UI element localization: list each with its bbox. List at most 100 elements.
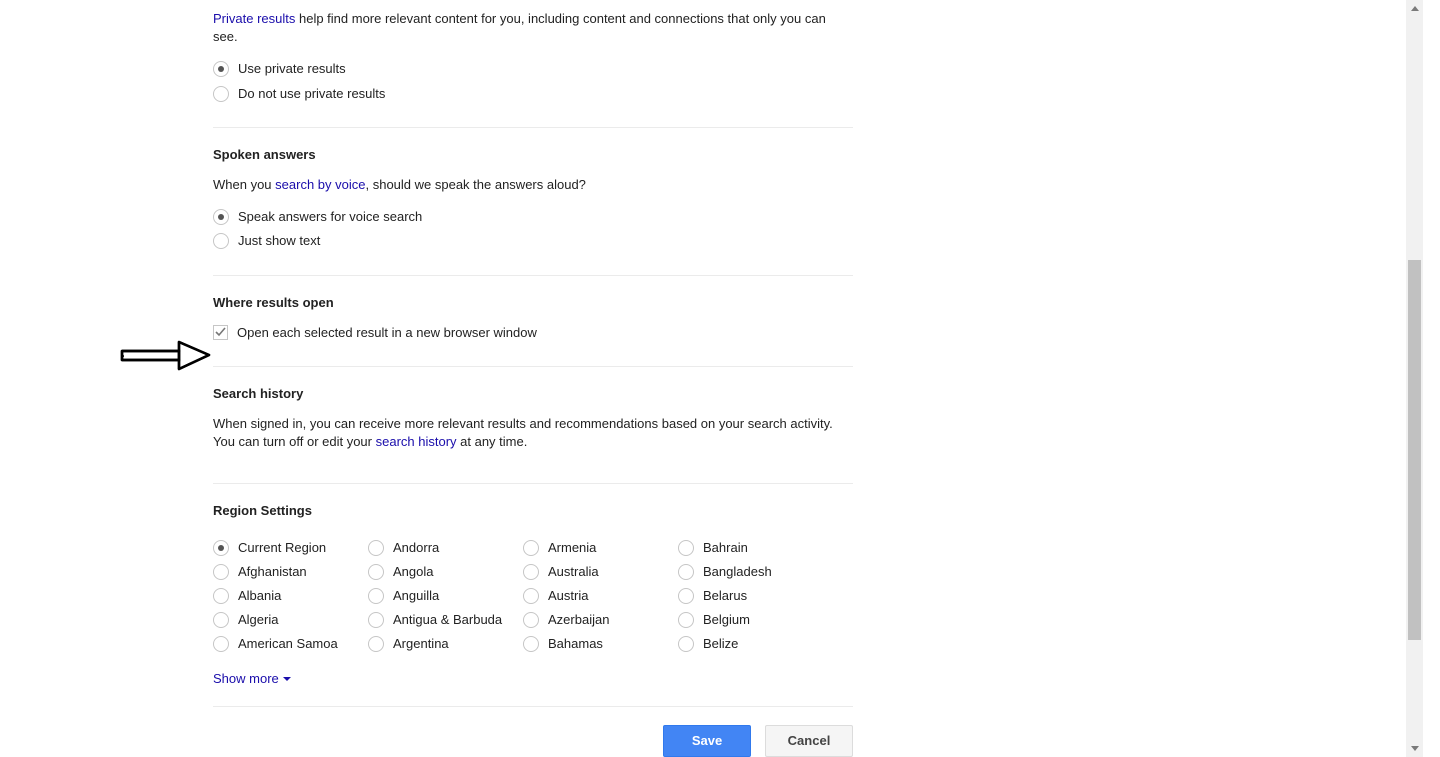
section-spoken-answers: Spoken answers When you search by voice,… bbox=[213, 146, 853, 276]
radio-icon bbox=[368, 540, 384, 556]
region-label: Azerbaijan bbox=[548, 611, 609, 629]
radio-icon bbox=[368, 612, 384, 628]
radio-icon bbox=[368, 564, 384, 580]
section-where-results-open: Where results open Open each selected re… bbox=[213, 294, 853, 367]
radio-icon bbox=[678, 636, 694, 652]
section-search-history: Search history When signed in, you can r… bbox=[213, 385, 853, 485]
region-column: Current Region Afghanistan Albania Algeria A… bbox=[213, 533, 368, 660]
heading-where-results-open: Where results open bbox=[213, 294, 853, 312]
radio-icon bbox=[678, 588, 694, 604]
scroll-thumb[interactable] bbox=[1408, 260, 1421, 640]
checkbox-icon bbox=[213, 325, 228, 340]
region-label: Algeria bbox=[238, 611, 278, 629]
search-by-voice-link[interactable]: search by voice bbox=[275, 177, 365, 192]
scroll-up-button[interactable] bbox=[1406, 0, 1423, 17]
search-history-link[interactable]: search history bbox=[376, 434, 457, 449]
region-option[interactable]: Argentina bbox=[368, 635, 523, 653]
region-label: Bahrain bbox=[703, 539, 748, 557]
radio-icon bbox=[368, 588, 384, 604]
radio-icon bbox=[213, 612, 229, 628]
radio-icon bbox=[213, 564, 229, 580]
annotation-arrow-icon bbox=[119, 338, 211, 372]
private-results-link[interactable]: Private results bbox=[213, 11, 295, 26]
checkbox-open-new-window[interactable]: Open each selected result in a new brows… bbox=[213, 324, 853, 342]
button-row: Save Cancel bbox=[213, 725, 853, 757]
radio-just-show-text[interactable]: Just show text bbox=[213, 232, 853, 250]
region-label: Andorra bbox=[393, 539, 439, 557]
private-results-desc-text: help find more relevant content for you,… bbox=[213, 11, 826, 44]
show-more-link[interactable]: Show more bbox=[213, 670, 291, 688]
region-option[interactable]: Belarus bbox=[678, 587, 833, 605]
radio-icon bbox=[678, 540, 694, 556]
radio-label: Do not use private results bbox=[238, 85, 385, 103]
region-option[interactable]: Bahrain bbox=[678, 539, 833, 557]
desc-text: When you bbox=[213, 177, 275, 192]
radio-icon bbox=[523, 636, 539, 652]
heading-spoken-answers: Spoken answers bbox=[213, 146, 853, 164]
radio-icon bbox=[678, 612, 694, 628]
region-label: Belgium bbox=[703, 611, 750, 629]
private-results-description: Private results help find more relevant … bbox=[213, 10, 853, 46]
region-label: Austria bbox=[548, 587, 588, 605]
heading-search-history: Search history bbox=[213, 385, 853, 403]
radio-label: Speak answers for voice search bbox=[238, 208, 422, 226]
radio-speak-answers[interactable]: Speak answers for voice search bbox=[213, 208, 853, 226]
region-option[interactable]: Albania bbox=[213, 587, 368, 605]
region-label: Afghanistan bbox=[238, 563, 307, 581]
region-column: Andorra Angola Anguilla Antigua & Barbuda Ar… bbox=[368, 533, 523, 660]
scroll-down-button[interactable] bbox=[1406, 740, 1423, 757]
region-option[interactable]: Current Region bbox=[213, 539, 368, 557]
radio-icon bbox=[213, 61, 229, 77]
radio-icon bbox=[213, 540, 229, 556]
radio-icon bbox=[368, 636, 384, 652]
region-label: Australia bbox=[548, 563, 599, 581]
region-option[interactable]: Belgium bbox=[678, 611, 833, 629]
radio-icon bbox=[213, 636, 229, 652]
region-label: American Samoa bbox=[238, 635, 338, 653]
radio-icon bbox=[523, 588, 539, 604]
radio-use-private-results[interactable]: Use private results bbox=[213, 60, 853, 78]
region-option[interactable]: Angola bbox=[368, 563, 523, 581]
desc-text: , should we speak the answers aloud? bbox=[365, 177, 585, 192]
vertical-scrollbar[interactable] bbox=[1406, 0, 1423, 757]
desc-text: at any time. bbox=[457, 434, 528, 449]
section-region-settings: Region Settings Current RegionAfghanista… bbox=[213, 502, 853, 706]
radio-icon bbox=[523, 612, 539, 628]
region-column: Bahrain Bangladesh Belarus Belgium Belize bbox=[678, 533, 833, 660]
region-option[interactable]: American Samoa bbox=[213, 635, 368, 653]
region-option[interactable]: Algeria bbox=[213, 611, 368, 629]
region-label: Argentina bbox=[393, 635, 449, 653]
region-option[interactable]: Austria bbox=[523, 587, 678, 605]
region-option[interactable]: Antigua & Barbuda bbox=[368, 611, 523, 629]
region-option[interactable]: Anguilla bbox=[368, 587, 523, 605]
region-column: Armenia Australia Austria Azerbaijan Bahamas bbox=[523, 533, 678, 660]
radio-label: Just show text bbox=[238, 232, 320, 250]
region-option[interactable]: Andorra bbox=[368, 539, 523, 557]
region-option[interactable]: Afghanistan bbox=[213, 563, 368, 581]
spoken-answers-description: When you search by voice, should we spea… bbox=[213, 176, 853, 194]
checkbox-label: Open each selected result in a new brows… bbox=[237, 324, 537, 342]
radio-icon bbox=[213, 233, 229, 249]
region-option[interactable]: Azerbaijan bbox=[523, 611, 678, 629]
region-option[interactable]: Bahamas bbox=[523, 635, 678, 653]
cancel-button[interactable]: Cancel bbox=[765, 725, 853, 757]
search-history-description: When signed in, you can receive more rel… bbox=[213, 415, 853, 451]
radio-icon bbox=[213, 588, 229, 604]
radio-icon bbox=[213, 209, 229, 225]
radio-label: Use private results bbox=[238, 60, 346, 78]
region-label: Current Region bbox=[238, 539, 326, 557]
region-option[interactable]: Armenia bbox=[523, 539, 678, 557]
region-option[interactable]: Bangladesh bbox=[678, 563, 833, 581]
triangle-down-icon bbox=[1411, 746, 1419, 751]
region-option[interactable]: Belize bbox=[678, 635, 833, 653]
region-label: Anguilla bbox=[393, 587, 439, 605]
region-option[interactable]: Australia bbox=[523, 563, 678, 581]
region-label: Bangladesh bbox=[703, 563, 772, 581]
show-more-label: Show more bbox=[213, 670, 279, 688]
region-label: Albania bbox=[238, 587, 281, 605]
radio-icon bbox=[213, 86, 229, 102]
save-button[interactable]: Save bbox=[663, 725, 751, 757]
radio-do-not-use-private-results[interactable]: Do not use private results bbox=[213, 85, 853, 103]
region-label: Antigua & Barbuda bbox=[393, 611, 502, 629]
region-label: Armenia bbox=[548, 539, 596, 557]
